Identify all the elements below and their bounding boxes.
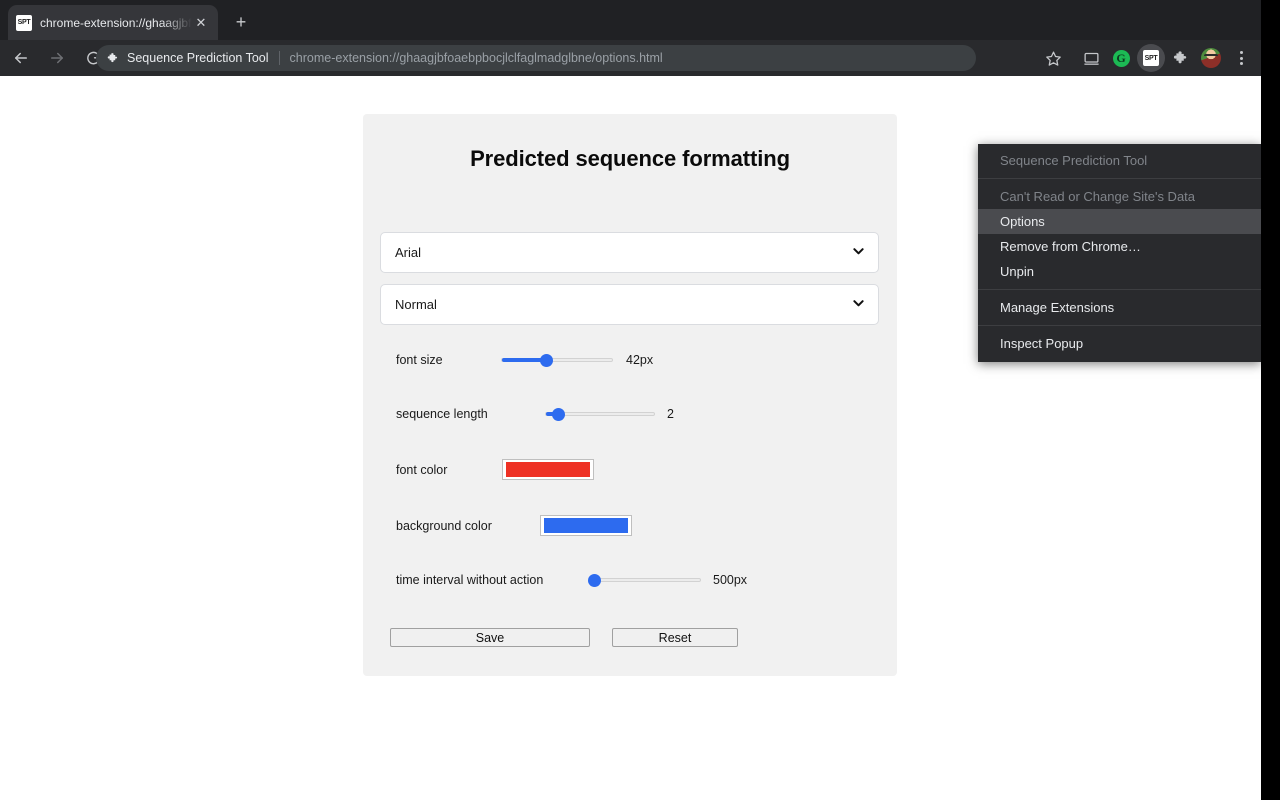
background-color-row: background color xyxy=(396,513,632,538)
time-interval-slider-track[interactable] xyxy=(587,573,701,587)
sequence-length-slider-track[interactable] xyxy=(545,407,655,421)
page-title: Predicted sequence formatting xyxy=(470,146,790,171)
menu-item-site-access: Can't Read or Change Site's Data xyxy=(1000,189,1196,204)
time-interval-slider[interactable] xyxy=(587,572,701,588)
cast-icon[interactable] xyxy=(1077,44,1105,72)
forward-icon xyxy=(42,43,72,73)
grammarly-letter: G xyxy=(1112,49,1130,67)
sequence-length-slider-thumb[interactable] xyxy=(552,407,566,421)
time-interval-row: time interval without action 500px xyxy=(396,570,747,590)
extensions-puzzle-icon[interactable] xyxy=(1167,44,1195,72)
background-color-label: background color xyxy=(396,518,492,533)
extension-icon-spt[interactable]: SPT xyxy=(1137,44,1165,72)
browser-tab[interactable]: SPT chrome-extension://ghaagjbfo ✕ xyxy=(8,5,218,40)
menu-item-inspect-popup[interactable]: Inspect Popup xyxy=(978,331,1261,356)
omnibox-divider xyxy=(278,51,280,65)
font-style-value: Normal xyxy=(395,297,437,312)
font-size-slider-thumb[interactable] xyxy=(539,353,553,367)
menu-item-unpin[interactable]: Unpin xyxy=(978,259,1261,284)
font-color-picker[interactable] xyxy=(502,459,594,480)
grammarly-icon[interactable]: G xyxy=(1107,44,1135,72)
background-color-picker[interactable] xyxy=(540,515,632,536)
avatar[interactable] xyxy=(1197,44,1225,72)
page-viewport: Predicted sequence formatting Arial Norm… xyxy=(0,76,1261,800)
puzzle-icon xyxy=(106,51,120,65)
three-dot-menu-icon[interactable] xyxy=(1227,44,1255,72)
new-tab-button[interactable]: + xyxy=(228,9,254,35)
back-icon[interactable] xyxy=(6,43,36,73)
extension-chip-label: Sequence Prediction Tool xyxy=(127,51,269,65)
tab-favicon-icon: SPT xyxy=(16,14,32,31)
tab-title: chrome-extension://ghaagjbfo xyxy=(40,15,192,30)
sequence-length-label: sequence length xyxy=(396,407,488,421)
menu-divider xyxy=(978,178,1261,179)
sequence-length-value: 2 xyxy=(667,407,674,421)
avatar-image xyxy=(1201,48,1221,68)
menu-divider xyxy=(978,289,1261,290)
font-size-row: font size 42px xyxy=(396,350,653,370)
menu-divider xyxy=(978,325,1261,326)
font-size-value: 42px xyxy=(626,353,654,367)
font-size-slider-track[interactable] xyxy=(501,353,613,367)
close-icon[interactable]: ✕ xyxy=(192,14,210,32)
font-color-swatch xyxy=(506,462,590,477)
font-size-label: font size xyxy=(396,353,443,367)
toolbar-actions: G SPT xyxy=(1037,40,1261,76)
address-bar-url: chrome-extension://ghaagjbfoaebpbocjlclf… xyxy=(289,51,663,65)
sequence-length-slider[interactable] xyxy=(545,406,655,422)
extension-icon-highlight: SPT xyxy=(1137,44,1165,72)
tab-strip: SPT chrome-extension://ghaagjbfo ✕ + xyxy=(0,0,1261,40)
reset-button[interactable]: Reset xyxy=(612,628,738,647)
font-color-label: font color xyxy=(396,462,448,477)
star-icon[interactable] xyxy=(1039,44,1067,72)
menu-item-remove-from-chrome[interactable]: Remove from Chrome… xyxy=(978,234,1261,259)
font-family-value: Arial xyxy=(395,245,422,260)
font-style-select[interactable]: Normal xyxy=(380,284,879,325)
time-interval-slider-thumb[interactable] xyxy=(587,573,601,587)
font-size-slider[interactable] xyxy=(501,352,613,368)
background-color-swatch xyxy=(544,518,628,533)
time-interval-value: 500px xyxy=(713,573,748,587)
extension-icon-label: SPT xyxy=(1143,50,1159,66)
sequence-length-row: sequence length 2 xyxy=(396,404,674,424)
save-button[interactable]: Save xyxy=(390,628,590,647)
address-bar[interactable]: Sequence Prediction Tool chrome-extensio… xyxy=(96,45,976,71)
menu-item-manage-extensions[interactable]: Manage Extensions xyxy=(978,295,1261,320)
chevron-down-icon xyxy=(853,247,864,258)
browser-window: SPT chrome-extension://ghaagjbfo ✕ + Seq… xyxy=(0,0,1261,800)
chevron-down-icon xyxy=(853,299,864,310)
time-interval-label: time interval without action xyxy=(396,573,544,587)
extension-context-menu: Sequence Prediction Tool Can't Read or C… xyxy=(978,144,1261,362)
font-family-select[interactable]: Arial xyxy=(380,232,879,273)
browser-toolbar: Sequence Prediction Tool chrome-extensio… xyxy=(0,40,1261,76)
three-dot-glyph xyxy=(1239,51,1243,65)
menu-item-extension-name: Sequence Prediction Tool xyxy=(1000,153,1148,168)
menu-item-options[interactable]: Options xyxy=(978,209,1261,234)
options-card: Predicted sequence formatting Arial Norm… xyxy=(363,114,897,676)
font-color-row: font color xyxy=(396,457,594,482)
